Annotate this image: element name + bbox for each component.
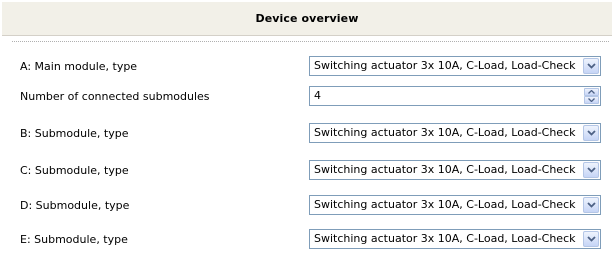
chevron-down-icon[interactable] — [583, 231, 599, 247]
row-submodule-c-type: C: Submodule, type Switching actuator 3x… — [0, 160, 615, 182]
arrow-down-icon[interactable] — [584, 96, 599, 104]
main-module-type-label: A: Main module, type — [20, 60, 138, 73]
arrow-up-icon[interactable] — [584, 88, 599, 96]
submodule-d-type-label: D: Submodule, type — [20, 199, 130, 212]
row-main-module-type: A: Main module, type Switching actuator … — [0, 56, 615, 78]
submodule-e-type-value: Switching actuator 3x 10A, C-Load, Load-… — [314, 232, 576, 245]
main-module-type-dropdown[interactable]: Switching actuator 3x 10A, C-Load, Load-… — [309, 56, 601, 76]
main-module-type-value: Switching actuator 3x 10A, C-Load, Load-… — [314, 59, 576, 72]
submodule-d-type-value: Switching actuator 3x 10A, C-Load, Load-… — [314, 198, 576, 211]
panel-header: Device overview — [2, 2, 612, 36]
chevron-down-icon[interactable] — [583, 58, 599, 74]
row-submodule-count: Number of connected submodules 4 — [0, 86, 615, 108]
device-overview-panel: Device overview A: Main module, type Swi… — [0, 0, 615, 255]
row-submodule-e-type: E: Submodule, type Switching actuator 3x… — [0, 229, 615, 251]
panel-title: Device overview — [255, 12, 359, 25]
header-separator — [12, 41, 609, 42]
chevron-down-icon[interactable] — [583, 162, 599, 178]
submodule-b-type-label: B: Submodule, type — [20, 127, 129, 140]
submodule-count-spinner[interactable]: 4 — [309, 86, 601, 106]
submodule-e-type-dropdown[interactable]: Switching actuator 3x 10A, C-Load, Load-… — [309, 229, 601, 249]
submodule-c-type-value: Switching actuator 3x 10A, C-Load, Load-… — [314, 163, 576, 176]
row-submodule-d-type: D: Submodule, type Switching actuator 3x… — [0, 195, 615, 217]
submodule-count-label: Number of connected submodules — [20, 90, 210, 103]
submodule-c-type-label: C: Submodule, type — [20, 164, 129, 177]
submodule-b-type-dropdown[interactable]: Switching actuator 3x 10A, C-Load, Load-… — [309, 123, 601, 143]
submodule-c-type-dropdown[interactable]: Switching actuator 3x 10A, C-Load, Load-… — [309, 160, 601, 180]
submodule-b-type-value: Switching actuator 3x 10A, C-Load, Load-… — [314, 126, 576, 139]
row-submodule-b-type: B: Submodule, type Switching actuator 3x… — [0, 123, 615, 145]
submodule-count-value[interactable]: 4 — [314, 89, 321, 102]
submodule-e-type-label: E: Submodule, type — [20, 233, 128, 246]
chevron-down-icon[interactable] — [583, 197, 599, 213]
chevron-down-icon[interactable] — [583, 125, 599, 141]
submodule-d-type-dropdown[interactable]: Switching actuator 3x 10A, C-Load, Load-… — [309, 195, 601, 215]
